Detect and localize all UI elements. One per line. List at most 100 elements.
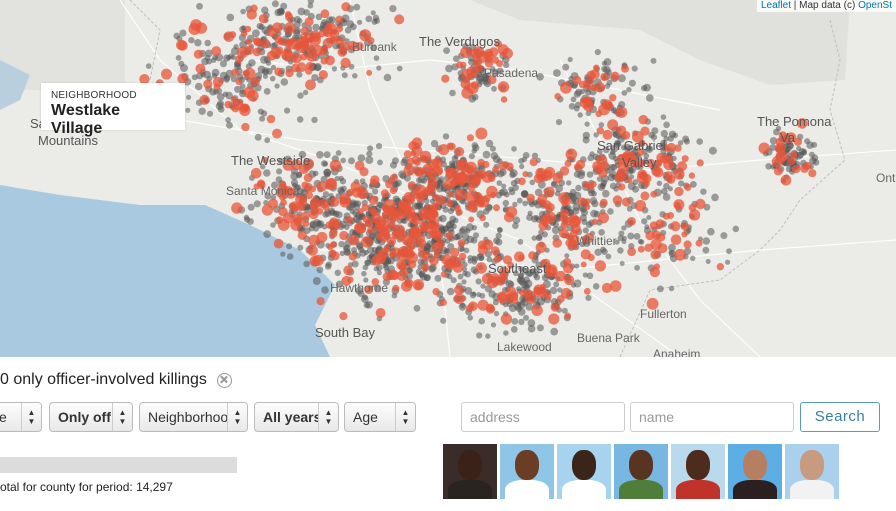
incident-dot[interactable]	[668, 243, 676, 252]
incident-dot[interactable]	[475, 278, 482, 285]
incident-dot-highlighted[interactable]	[277, 219, 290, 231]
incident-dot[interactable]	[271, 0, 279, 8]
incident-dot-highlighted[interactable]	[359, 167, 369, 177]
incident-dot-highlighted[interactable]	[569, 214, 579, 224]
incident-dot-highlighted[interactable]	[500, 96, 508, 103]
osm-link[interactable]: OpenSt	[858, 0, 892, 11]
incident-dot[interactable]	[650, 57, 657, 64]
address-input[interactable]	[461, 402, 625, 432]
incident-dot-highlighted[interactable]	[663, 159, 675, 171]
incident-dot[interactable]	[233, 44, 239, 50]
incident-dot-highlighted[interactable]	[300, 26, 310, 36]
incident-dot[interactable]	[223, 74, 231, 82]
incident-dot[interactable]	[188, 37, 195, 44]
incident-dot-highlighted[interactable]	[335, 15, 344, 24]
incident-dot-highlighted[interactable]	[432, 193, 439, 201]
incident-dot[interactable]	[286, 243, 293, 250]
incident-dot-highlighted[interactable]	[681, 155, 689, 163]
incident-dot-highlighted[interactable]	[677, 161, 688, 172]
incident-dot[interactable]	[522, 200, 528, 207]
incident-dot-highlighted[interactable]	[780, 174, 792, 186]
incident-dot-highlighted[interactable]	[247, 90, 259, 102]
incident-dot[interactable]	[527, 319, 536, 327]
incident-dot[interactable]	[439, 214, 447, 223]
incident-dot[interactable]	[501, 183, 507, 189]
incident-dot-highlighted[interactable]	[524, 292, 537, 305]
incident-dot-highlighted[interactable]	[587, 253, 595, 262]
incident-dot-highlighted[interactable]	[403, 150, 412, 159]
incident-dot[interactable]	[262, 74, 268, 79]
incident-dot[interactable]	[296, 71, 303, 78]
incident-dot[interactable]	[312, 277, 321, 285]
incident-dot-highlighted[interactable]	[273, 238, 284, 249]
incident-dot-highlighted[interactable]	[433, 252, 440, 259]
incident-dot-highlighted[interactable]	[618, 183, 626, 191]
incident-dot[interactable]	[503, 330, 509, 336]
incident-dot-highlighted[interactable]	[309, 255, 321, 267]
incident-dot-highlighted[interactable]	[392, 284, 400, 292]
incident-dot-highlighted[interactable]	[258, 14, 269, 24]
incident-dot[interactable]	[389, 5, 397, 13]
incident-dot-highlighted[interactable]	[460, 79, 471, 90]
incident-dot[interactable]	[175, 55, 182, 61]
incident-dot[interactable]	[457, 273, 464, 280]
incident-dot-highlighted[interactable]	[435, 239, 445, 249]
incident-dot-highlighted[interactable]	[610, 71, 620, 81]
incident-dot-highlighted[interactable]	[538, 199, 546, 207]
incident-dot[interactable]	[585, 294, 592, 301]
incident-dot-highlighted[interactable]	[250, 167, 262, 179]
incident-dot-highlighted[interactable]	[531, 304, 543, 316]
incident-dot-highlighted[interactable]	[554, 93, 562, 100]
incident-dot-highlighted[interactable]	[683, 240, 692, 249]
incident-dot-highlighted[interactable]	[612, 195, 623, 205]
incident-dot[interactable]	[518, 157, 525, 164]
incident-dot[interactable]	[518, 308, 526, 316]
incident-dot[interactable]	[644, 224, 650, 230]
incident-dot-highlighted[interactable]	[322, 203, 330, 211]
race-select[interactable]: e ▲▼	[0, 402, 42, 432]
incident-dot-highlighted[interactable]	[235, 78, 243, 86]
incident-dot[interactable]	[509, 188, 516, 196]
incident-dot-highlighted[interactable]	[564, 160, 572, 167]
incident-dot-highlighted[interactable]	[370, 175, 380, 185]
incident-dot-highlighted[interactable]	[250, 76, 260, 87]
incident-dot[interactable]	[626, 205, 633, 212]
incident-dot[interactable]	[683, 138, 691, 145]
incident-dot[interactable]	[553, 69, 561, 77]
incident-dot[interactable]	[480, 283, 486, 289]
incident-dot[interactable]	[496, 180, 503, 186]
incident-dot[interactable]	[811, 141, 818, 148]
incident-dot[interactable]	[708, 146, 717, 155]
incident-dot-highlighted[interactable]	[348, 252, 357, 261]
incident-dot[interactable]	[702, 237, 711, 245]
incident-dot-highlighted[interactable]	[402, 268, 409, 275]
incident-dot-highlighted[interactable]	[601, 282, 613, 294]
incident-dot-highlighted[interactable]	[322, 38, 334, 49]
incident-dot-highlighted[interactable]	[466, 134, 474, 142]
incident-dot-highlighted[interactable]	[312, 32, 319, 39]
incident-dot[interactable]	[253, 200, 261, 208]
incident-dot[interactable]	[553, 281, 560, 288]
incident-dot[interactable]	[541, 231, 548, 238]
incident-dot-highlighted[interactable]	[479, 214, 486, 222]
incident-dot-highlighted[interactable]	[252, 47, 262, 57]
incident-dot-highlighted[interactable]	[284, 22, 296, 34]
incident-dot[interactable]	[256, 22, 264, 30]
incident-dot[interactable]	[332, 210, 340, 218]
incident-dot[interactable]	[323, 151, 331, 159]
incident-dot-highlighted[interactable]	[290, 52, 302, 64]
incident-dot-highlighted[interactable]	[446, 199, 454, 207]
incident-dot[interactable]	[321, 286, 329, 294]
incident-dot-highlighted[interactable]	[535, 242, 547, 253]
incident-dot[interactable]	[621, 90, 628, 96]
incident-dot[interactable]	[700, 188, 707, 195]
incident-dot[interactable]	[609, 182, 617, 190]
incident-dot[interactable]	[633, 233, 641, 240]
incident-dot-highlighted[interactable]	[653, 263, 661, 270]
incident-dot[interactable]	[361, 270, 367, 277]
incident-dot[interactable]	[286, 253, 294, 260]
incident-dot[interactable]	[328, 193, 334, 199]
incident-dot-highlighted[interactable]	[340, 57, 351, 69]
incident-dot-highlighted[interactable]	[294, 42, 302, 50]
incident-dot-highlighted[interactable]	[649, 221, 659, 230]
